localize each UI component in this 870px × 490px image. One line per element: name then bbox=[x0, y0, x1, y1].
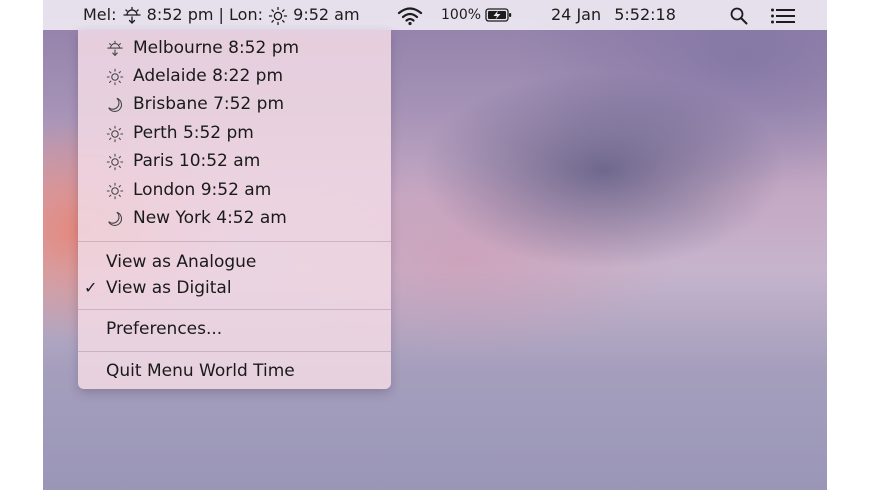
menu-item-adelaide[interactable]: Adelaide 8:22 pm bbox=[78, 62, 391, 90]
lon-prefix: Lon: bbox=[229, 5, 263, 24]
menu-item-view-digital[interactable]: ✓ View as Digital bbox=[78, 276, 391, 300]
time-divider: | bbox=[218, 5, 224, 24]
wifi-status-item[interactable] bbox=[397, 0, 423, 30]
city-label: Perth 5:52 pm bbox=[133, 123, 254, 143]
moon-icon bbox=[108, 211, 123, 226]
spotlight-button[interactable] bbox=[729, 0, 749, 30]
menu-item-view-analogue[interactable]: View as Analogue bbox=[78, 250, 391, 274]
mel-time: 8:52 pm bbox=[146, 5, 214, 24]
mel-prefix: Mel: bbox=[83, 5, 117, 24]
view-analogue-label: View as Analogue bbox=[106, 252, 257, 272]
city-label: Melbourne 8:52 pm bbox=[133, 38, 300, 58]
sun-icon bbox=[106, 153, 124, 171]
moon-icon bbox=[108, 97, 123, 112]
menu-item-new-york[interactable]: New York 4:52 am bbox=[78, 204, 391, 232]
city-label: Brisbane 7:52 pm bbox=[133, 94, 285, 114]
menu-item-london[interactable]: London 9:52 am bbox=[78, 176, 391, 204]
menu-item-quit[interactable]: Quit Menu World Time bbox=[78, 359, 391, 383]
lon-time: 9:52 am bbox=[293, 5, 360, 24]
clock-date: 24 Jan bbox=[551, 5, 602, 24]
world-time-status-item[interactable]: Mel: 8:52 pm | Lon: 9:52 am bbox=[83, 0, 360, 30]
quit-label: Quit Menu World Time bbox=[106, 361, 295, 381]
sun-icon bbox=[106, 68, 124, 86]
checkmark-icon: ✓ bbox=[84, 278, 98, 297]
menu-bar: Mel: 8:52 pm | Lon: 9:52 am 100% 24 Jan … bbox=[43, 0, 827, 30]
clock-status-item[interactable]: 24 Jan 5:52:18 bbox=[551, 0, 676, 30]
city-label: Paris 10:52 am bbox=[133, 151, 261, 171]
sunset-icon bbox=[122, 6, 141, 24]
preferences-label: Preferences... bbox=[106, 319, 223, 339]
menu-item-preferences[interactable]: Preferences... bbox=[78, 317, 391, 341]
sunset-icon bbox=[107, 40, 123, 57]
world-time-menu: Melbourne 8:52 pm Adelaide 8:22 pm Brisb… bbox=[78, 30, 391, 389]
sun-icon bbox=[106, 125, 124, 143]
clock-time: 5:52:18 bbox=[614, 5, 676, 24]
notification-center-icon bbox=[771, 8, 795, 23]
menu-item-melbourne[interactable]: Melbourne 8:52 pm bbox=[78, 34, 391, 62]
battery-status-item[interactable]: 100% bbox=[441, 0, 513, 30]
menu-item-brisbane[interactable]: Brisbane 7:52 pm bbox=[78, 90, 391, 118]
menu-separator bbox=[78, 351, 391, 352]
sun-icon bbox=[106, 182, 124, 200]
search-icon bbox=[730, 7, 748, 24]
wifi-icon bbox=[397, 6, 423, 25]
city-label: London 9:52 am bbox=[133, 180, 272, 200]
city-label: Adelaide 8:22 pm bbox=[133, 66, 284, 86]
view-digital-label: View as Digital bbox=[106, 278, 232, 298]
menu-item-perth[interactable]: Perth 5:52 pm bbox=[78, 119, 391, 147]
battery-percent: 100% bbox=[441, 7, 482, 23]
sun-icon bbox=[268, 6, 288, 25]
city-label: New York 4:52 am bbox=[133, 208, 287, 228]
menu-separator bbox=[78, 241, 391, 242]
desktop: Mel: 8:52 pm | Lon: 9:52 am 100% 24 Jan … bbox=[43, 0, 827, 490]
notification-center-button[interactable] bbox=[770, 0, 796, 30]
menu-item-paris[interactable]: Paris 10:52 am bbox=[78, 147, 391, 175]
menu-separator bbox=[78, 309, 391, 310]
battery-charging-icon bbox=[485, 8, 512, 22]
